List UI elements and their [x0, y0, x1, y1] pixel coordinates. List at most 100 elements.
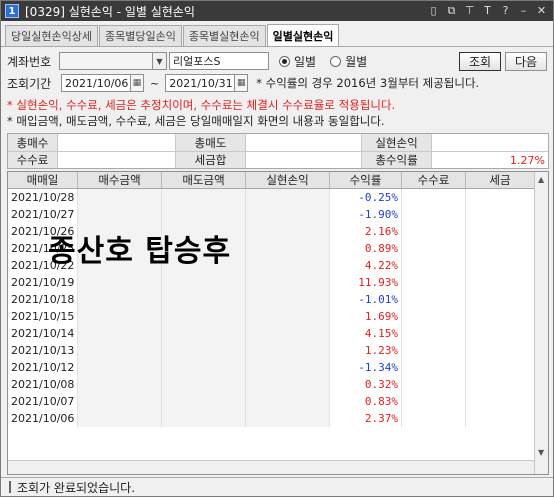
chevron-down-icon[interactable]: ▼ — [153, 52, 167, 70]
window-icon[interactable]: ▯ — [426, 3, 441, 18]
radio-daily-dot[interactable] — [279, 55, 290, 67]
next-button[interactable]: 다음 — [505, 52, 547, 71]
tab-daily-realized[interactable]: 일별실현손익 — [266, 24, 340, 46]
summary-grid: 총매수 총매도 실현손익 수수료 세금합 총수익률 1.27% — [7, 133, 549, 169]
cell-return-rate: 0.83% — [330, 393, 402, 410]
table-row[interactable]: 2021/10/19 11.93% — [8, 274, 548, 291]
cell-tax — [466, 206, 534, 223]
period-row: 조회기간 2021/10/06 ▦ ~ 2021/10/31 ▦ * 수익률의 … — [7, 74, 479, 92]
horizontal-scrollbar[interactable] — [8, 460, 534, 474]
table-row[interactable]: 2021/10/13 1.23% — [8, 342, 548, 359]
account-row: 계좌번호 ▼ 리얼포스S 일별 월별 — [7, 52, 367, 70]
query-button[interactable]: 조회 — [459, 52, 501, 71]
radio-monthly[interactable]: 월별 — [330, 53, 367, 70]
cell-sell-amount — [162, 410, 246, 427]
cell-buy-amount — [78, 359, 162, 376]
cell-return-rate: -1.34% — [330, 359, 402, 376]
table-row[interactable]: 2021/10/27 -1.90% — [8, 206, 548, 223]
cell-realized-pnl — [246, 308, 330, 325]
tab-daily-detail[interactable]: 당일실현손익상세 — [5, 25, 98, 46]
minimize-icon[interactable]: – — [516, 3, 531, 18]
cell-trade-date: 2021/10/13 — [8, 342, 78, 359]
table-row[interactable]: 2021/10/15 1.69% — [8, 308, 548, 325]
cell-return-rate: -1.90% — [330, 206, 402, 223]
summary-realized-label: 실현손익 — [362, 134, 432, 151]
summary-sell-label: 총매도 — [176, 134, 246, 151]
close-icon[interactable]: ✕ — [534, 3, 549, 18]
col-trade-date[interactable]: 매매일 — [8, 172, 78, 188]
copy-icon[interactable]: ⧉ — [444, 3, 459, 18]
table-row[interactable]: 2021/10/14 4.15% — [8, 325, 548, 342]
col-sell-amount[interactable]: 매도금액 — [162, 172, 246, 188]
text-icon[interactable]: T — [480, 3, 495, 18]
cell-realized-pnl — [246, 291, 330, 308]
col-fee[interactable]: 수수료 — [402, 172, 466, 188]
status-text: 조회가 완료되었습니다. — [17, 480, 136, 495]
vertical-scrollbar[interactable]: ▲ ▼ — [534, 172, 548, 474]
cell-realized-pnl — [246, 189, 330, 206]
cell-tax — [466, 359, 534, 376]
summary-buy-label: 총매수 — [8, 134, 58, 151]
title-bar: 1 [0329] 실현손익 - 일별 실현손익 ▯ ⧉ ⊤ T ? – ✕ — [1, 1, 553, 21]
cell-tax — [466, 393, 534, 410]
radio-monthly-dot[interactable] — [330, 55, 342, 67]
table-row[interactable]: 2021/10/06 2.37% — [8, 410, 548, 427]
summary-realized-value — [432, 134, 548, 151]
cell-return-rate: 2.16% — [330, 223, 402, 240]
help-icon[interactable]: ? — [498, 3, 513, 18]
cell-return-rate: 0.89% — [330, 240, 402, 257]
table-row[interactable]: 2021/10/18 -1.01% — [8, 291, 548, 308]
cell-trade-date: 2021/10/28 — [8, 189, 78, 206]
title-icons: ▯ ⧉ ⊤ T ? – ✕ — [426, 3, 549, 18]
cell-tax — [466, 342, 534, 359]
cell-realized-pnl — [246, 376, 330, 393]
cell-trade-date: 2021/10/15 — [8, 308, 78, 325]
cell-buy-amount — [78, 274, 162, 291]
tab-item-realized[interactable]: 종목별실현손익 — [182, 25, 266, 46]
col-tax[interactable]: 세금 — [466, 172, 534, 188]
scroll-down-icon[interactable]: ▼ — [538, 448, 544, 457]
cell-tax — [466, 240, 534, 257]
scroll-up-icon[interactable]: ▲ — [538, 175, 544, 184]
cell-buy-amount — [78, 189, 162, 206]
app-number-badge: 1 — [5, 4, 19, 18]
app-window: 1 [0329] 실현손익 - 일별 실현손익 ▯ ⧉ ⊤ T ? – ✕ 당일… — [0, 0, 554, 497]
table-body: 2021/10/28 -0.25% 2021/10/27 -1.90% 2021/10/… — [8, 189, 548, 427]
cell-realized-pnl — [246, 325, 330, 342]
tab-divider — [1, 46, 553, 47]
calendar-icon[interactable]: ▦ — [131, 74, 144, 92]
col-buy-amount[interactable]: 매수금액 — [78, 172, 162, 188]
date-to-field[interactable]: 2021/10/31 — [165, 74, 236, 92]
cell-realized-pnl — [246, 393, 330, 410]
cell-realized-pnl — [246, 342, 330, 359]
account-number-field[interactable] — [59, 52, 153, 70]
daily-realized-table[interactable]: 매매일 매수금액 매도금액 실현손익 수익률 수수료 세금 2021/10/28… — [7, 171, 549, 475]
tab-item-daily[interactable]: 종목별당일손익 — [98, 25, 182, 46]
table-row[interactable]: 2021/10/08 0.32% — [8, 376, 548, 393]
col-return-rate[interactable]: 수익률 — [330, 172, 402, 188]
cell-trade-date: 2021/10/07 — [8, 393, 78, 410]
radio-daily[interactable]: 일별 — [279, 53, 316, 70]
cell-return-rate: -1.01% — [330, 291, 402, 308]
table-row[interactable]: 2021/10/07 0.83% — [8, 393, 548, 410]
account-name-field[interactable]: 리얼포스S — [169, 52, 269, 70]
cell-realized-pnl — [246, 410, 330, 427]
calendar-icon[interactable]: ▦ — [235, 74, 249, 92]
pin-icon[interactable]: ⊤ — [462, 3, 477, 18]
table-row[interactable]: 2021/10/28 -0.25% — [8, 189, 548, 206]
cell-tax — [466, 325, 534, 342]
account-label: 계좌번호 — [7, 54, 52, 69]
date-from-field[interactable]: 2021/10/06 — [61, 74, 131, 92]
cell-trade-date: 2021/10/18 — [8, 291, 78, 308]
cell-tax — [466, 376, 534, 393]
cell-buy-amount — [78, 410, 162, 427]
status-bar: 조회가 완료되었습니다. — [1, 477, 553, 496]
col-realized-pnl[interactable]: 실현손익 — [246, 172, 330, 188]
table-row[interactable]: 2021/10/12 -1.34% — [8, 359, 548, 376]
cell-fee — [402, 376, 466, 393]
cell-fee — [402, 257, 466, 274]
radio-monthly-label: 월별 — [345, 54, 368, 69]
cell-buy-amount — [78, 393, 162, 410]
cell-realized-pnl — [246, 257, 330, 274]
cell-fee — [402, 410, 466, 427]
